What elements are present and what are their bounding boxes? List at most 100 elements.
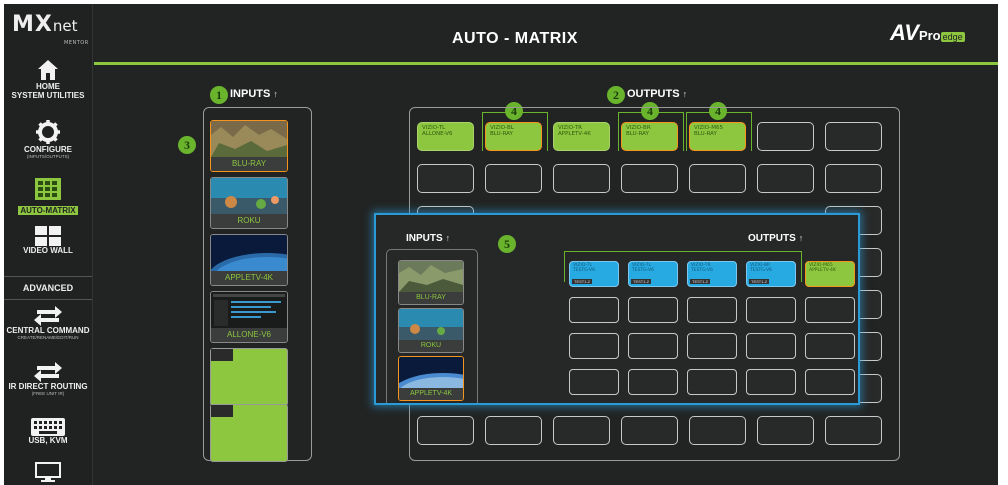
logo-net: net — [52, 17, 78, 35]
inputs-panel: BLU-RAY ROKU APPLETV-4K ALLONE-V6 — [203, 107, 312, 462]
page-title: AUTO - MATRIX — [452, 30, 578, 47]
sidebar-item-central-command[interactable]: CENTRAL COMMAND CREATE/RENAME/EDIT/RUN — [4, 304, 92, 341]
output-cell-empty[interactable] — [746, 369, 796, 395]
empty-input-slot[interactable] — [210, 404, 288, 462]
brand-av: AV — [890, 20, 919, 45]
source-name: ROKU — [399, 340, 463, 352]
sidebar-item-label: HOME — [36, 82, 60, 91]
output-cell-empty[interactable] — [746, 333, 796, 359]
sort-arrow-icon: ↑ — [798, 233, 804, 243]
output-cell[interactable]: VIZIO-TL TESTG-V6 TEST1-2 — [628, 261, 678, 287]
output-cell-empty[interactable] — [485, 416, 542, 445]
callout-badge-5: 5 — [498, 235, 516, 253]
output-cell-empty[interactable] — [687, 333, 737, 359]
output-label: VIZIO-TR TESTG-V6 — [691, 263, 713, 273]
logo-mx: MX — [12, 12, 53, 37]
output-cell-empty[interactable] — [417, 416, 474, 445]
output-cell[interactable]: VIZIO-BR BLU-RAY — [621, 122, 678, 151]
sidebar-item-ir-direct-routing[interactable]: IR DIRECT ROUTING (FREE UNIT IR) — [4, 360, 92, 397]
output-cell-empty[interactable] — [628, 297, 678, 323]
mxnet-logo: MXnet MENTOR — [12, 12, 88, 46]
sidebar-item-auto-matrix[interactable]: AUTO-MATRIX — [4, 178, 92, 218]
input-source-tile[interactable]: APPLETV-4K — [398, 356, 464, 401]
input-source-tile[interactable]: ROKU — [398, 308, 464, 353]
input-source-tile[interactable]: BLU-RAY — [398, 260, 464, 305]
sort-arrow-icon: ↑ — [682, 89, 688, 99]
output-cell-empty[interactable] — [689, 164, 746, 193]
input-source-tile[interactable]: ALLONE-V6 — [210, 291, 288, 343]
matrix-grid-icon — [35, 178, 61, 200]
output-cell-empty[interactable] — [553, 164, 610, 193]
output-cell[interactable]: VIZIO-TR APPLETV-4K — [553, 122, 610, 151]
output-cell-empty[interactable] — [757, 122, 814, 151]
popup-inputs-header-label: INPUTS — [406, 233, 443, 244]
output-cell-empty[interactable] — [628, 333, 678, 359]
output-cell-empty[interactable] — [825, 122, 882, 151]
sidebar-item-label: VIDEO WALL — [23, 246, 73, 255]
output-source: TESTG-V6 — [573, 268, 595, 273]
sidebar: MXnet MENTOR HOME SYSTEM UTILITIES CONFI… — [4, 4, 93, 485]
sidebar-item-label: AUTO-MATRIX — [18, 206, 78, 215]
output-cell-empty[interactable] — [485, 164, 542, 193]
input-source-tile[interactable]: APPLETV-4K — [210, 234, 288, 286]
sidebar-item-sublabel: CREATE/RENAME/EDIT/RUN — [17, 335, 79, 340]
output-cell-empty[interactable] — [825, 416, 882, 445]
output-cell-empty[interactable] — [621, 416, 678, 445]
sidebar-item-label: CONFIGURE — [24, 145, 72, 154]
output-source: TESTG-V6 — [691, 268, 713, 273]
output-source: BLU-RAY — [490, 131, 513, 137]
input-source-tile[interactable]: BLU-RAY — [210, 120, 288, 172]
sidebar-item-home[interactable]: HOME SYSTEM UTILITIES — [4, 58, 92, 100]
output-cell[interactable]: VIZIO-M65 APPLETV-4K — [805, 261, 855, 287]
output-cell[interactable]: VIZIO-TL TESTG-V6 TEST1-2 — [569, 261, 619, 287]
sidebar-item-video-wall[interactable]: VIDEO WALL — [4, 226, 92, 255]
output-cell-empty[interactable] — [628, 369, 678, 395]
output-label: VIZIO-BR BLU-RAY — [626, 125, 651, 137]
sidebar-item-usb-kvm[interactable]: USB, KVM — [4, 418, 92, 445]
output-cell[interactable]: VIZIO-BL BLU-RAY — [485, 122, 542, 151]
advanced-section-header: ADVANCED — [4, 276, 92, 300]
output-cell-empty[interactable] — [757, 164, 814, 193]
output-cell-empty[interactable] — [687, 369, 737, 395]
output-sub-tag: TEST1-2 — [749, 279, 770, 284]
output-cell-empty[interactable] — [687, 297, 737, 323]
output-cell[interactable]: VIZIO-TR TESTG-V6 TEST1-2 — [687, 261, 737, 287]
output-cell-empty[interactable] — [805, 369, 855, 395]
output-cell-empty[interactable] — [746, 297, 796, 323]
output-cell-empty[interactable] — [689, 416, 746, 445]
inputs-header[interactable]: INPUTS ↑ — [230, 88, 278, 100]
popup-inputs-header[interactable]: INPUTS ↑ — [406, 233, 450, 244]
output-source: TESTG-V6 — [750, 268, 772, 273]
output-cell[interactable]: VIZIO-BR TESTG-V6 TEST1-2 — [746, 261, 796, 287]
output-sub-tag: TEST1-2 — [690, 279, 711, 284]
popup-outputs-header[interactable]: OUTPUTS ↑ — [748, 233, 803, 244]
swap-arrows-icon — [34, 306, 62, 326]
source-name: ALLONE-V6 — [211, 328, 287, 342]
output-source: TESTG-V6 — [632, 268, 654, 273]
sidebar-item-monitor[interactable] — [4, 462, 92, 482]
output-source: BLU-RAY — [626, 131, 649, 137]
output-cell-empty[interactable] — [825, 164, 882, 193]
input-source-tile[interactable]: ROKU — [210, 177, 288, 229]
output-cell[interactable]: VIZIO-TL ALLONE-V6 — [417, 122, 474, 151]
output-cell-empty[interactable] — [569, 369, 619, 395]
output-cell-empty[interactable] — [553, 416, 610, 445]
output-cell[interactable]: VIZIO-M65 BLU-RAY — [689, 122, 746, 151]
output-cell-empty[interactable] — [417, 164, 474, 193]
outputs-header[interactable]: OUTPUTS ↑ — [627, 88, 687, 100]
sidebar-item-configure[interactable]: CONFIGURE (INPUTS/OUTPUTS) — [4, 119, 92, 160]
output-cell-empty[interactable] — [569, 333, 619, 359]
output-label: VIZIO-BL BLU-RAY — [490, 125, 514, 137]
output-cell-empty[interactable] — [805, 333, 855, 359]
output-cell-empty[interactable] — [621, 164, 678, 193]
source-name: BLU-RAY — [211, 157, 287, 171]
empty-input-slot[interactable] — [210, 348, 288, 406]
output-label: VIZIO-TL TESTG-V6 — [573, 263, 595, 273]
source-thumbnail — [399, 357, 463, 388]
output-cell-empty[interactable] — [805, 297, 855, 323]
output-sub-tag: TEST1-2 — [631, 279, 652, 284]
header-divider — [94, 62, 998, 65]
output-cell-empty[interactable] — [569, 297, 619, 323]
keyboard-icon — [31, 418, 65, 436]
output-cell-empty[interactable] — [757, 416, 814, 445]
